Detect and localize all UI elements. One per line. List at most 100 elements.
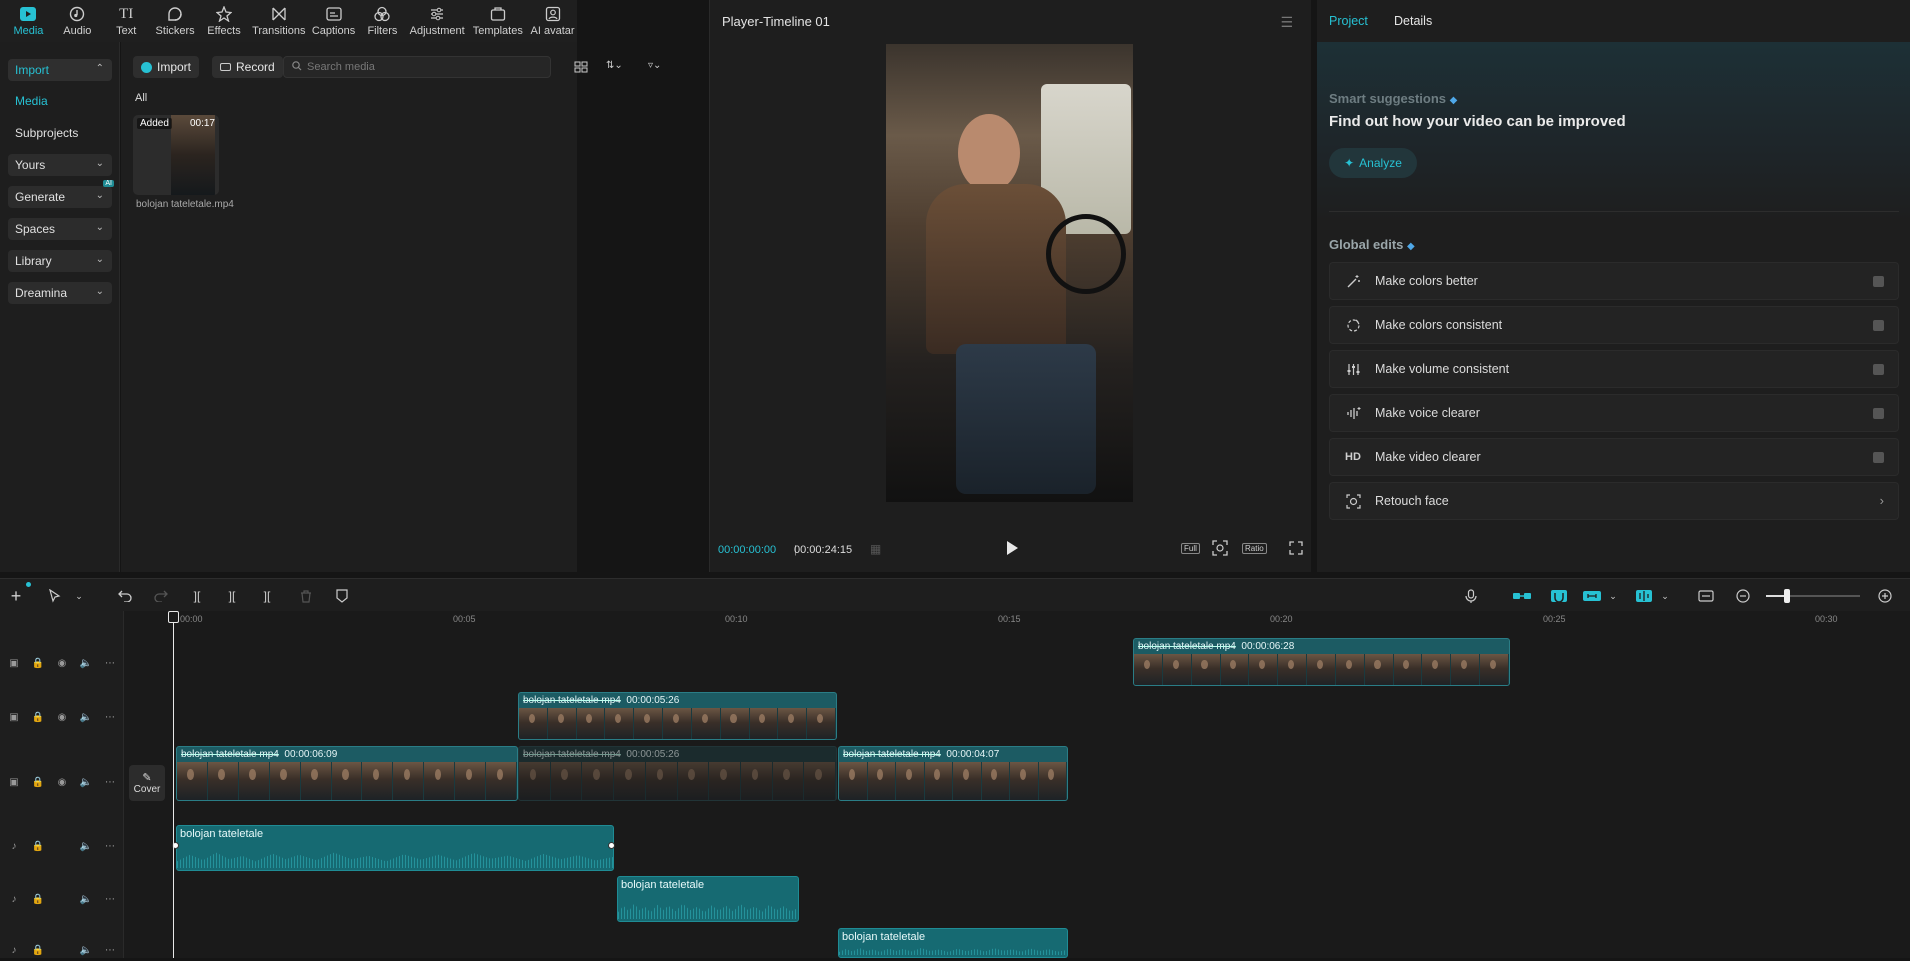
speaker-icon[interactable]: 🔈 (79, 839, 93, 853)
global-make-colors-consistent[interactable]: Make colors consistent (1329, 306, 1899, 344)
eye-icon[interactable]: ◉ (55, 775, 69, 789)
speaker-icon[interactable]: 🔈 (79, 892, 93, 906)
toggle-checkbox[interactable] (1873, 320, 1884, 331)
tool-text[interactable]: TI Text (102, 0, 151, 42)
tool-filters[interactable]: Filters (358, 0, 407, 42)
delete-icon[interactable] (297, 587, 315, 605)
lock-icon[interactable]: 🔒 (31, 710, 45, 724)
tool-audio[interactable]: Audio (53, 0, 102, 42)
preview-axis-icon[interactable] (1581, 587, 1603, 605)
global-make-video-clearer[interactable]: HD Make video clearer (1329, 438, 1899, 476)
global-make-voice-clearer[interactable]: Make voice clearer (1329, 394, 1899, 432)
fullscreen-icon[interactable] (1289, 541, 1303, 558)
speaker-icon[interactable]: 🔈 (79, 943, 93, 957)
nav-generate[interactable]: Generate ⌄ AI (8, 180, 114, 208)
toggle-checkbox[interactable] (1873, 408, 1884, 419)
marker-icon[interactable] (333, 587, 351, 605)
tool-captions[interactable]: Captions (309, 0, 358, 42)
chevron-down-icon[interactable]: ⌄ (1604, 587, 1622, 605)
video-clip[interactable]: bolojan tateletale mp4 00:00:04:07 (838, 746, 1068, 801)
analyze-button[interactable]: ✦ Analyze (1329, 148, 1417, 178)
zoom-slider[interactable] (1766, 589, 1860, 603)
eye-icon[interactable]: ◉ (55, 710, 69, 724)
nav-yours[interactable]: Yours ⌄ (8, 154, 112, 176)
redo-icon[interactable] (152, 587, 170, 605)
global-retouch-face[interactable]: Retouch face › (1329, 482, 1899, 520)
nav-library[interactable]: Library ⌄ (8, 250, 112, 272)
filter-all[interactable]: All (135, 92, 147, 104)
zoom-slider-handle[interactable] (1784, 589, 1790, 603)
video-clip[interactable]: bolojan tateletale mp4 00:00:06:28 (1133, 638, 1510, 686)
toggle-checkbox[interactable] (1873, 276, 1884, 287)
nav-spaces[interactable]: Spaces ⌄ (8, 218, 112, 240)
menu-icon[interactable]: ☰ (1280, 14, 1293, 31)
undo-icon[interactable] (116, 587, 134, 605)
tool-ai-avatar[interactable]: AI avatar (528, 0, 577, 42)
toggle-checkbox[interactable] (1873, 364, 1884, 375)
filter-icon[interactable]: ▿⌄ (648, 60, 661, 71)
global-make-colors-better[interactable]: Make colors better (1329, 262, 1899, 300)
video-clip-hidden[interactable]: bolojan tateletale mp4 00:00:05:26 (518, 746, 837, 801)
tool-adjustment[interactable]: Adjustment (407, 0, 468, 42)
speaker-icon[interactable]: 🔈 (79, 656, 93, 670)
audio-clip[interactable]: bolojan tateletale (838, 928, 1068, 958)
more-icon[interactable]: ⋯ (103, 892, 117, 906)
zoom-fit-icon[interactable] (1212, 540, 1228, 559)
chevron-down-icon[interactable]: ⌄ (70, 587, 88, 605)
full-button[interactable]: Full (1181, 543, 1200, 554)
tool-transitions[interactable]: Transitions (248, 0, 309, 42)
cover-button[interactable]: ✎ Cover (129, 765, 165, 801)
more-icon[interactable]: ⋯ (103, 710, 117, 724)
time-ruler[interactable]: 00:00 00:05 00:10 00:15 00:20 00:25 00:3… (124, 611, 1910, 633)
more-icon[interactable]: ⋯ (103, 839, 117, 853)
audio-clip[interactable]: bolojan tateletale (176, 825, 614, 871)
tool-media[interactable]: Media (4, 0, 53, 42)
magnet-icon[interactable] (1548, 587, 1570, 605)
nav-subprojects[interactable]: Subprojects (15, 126, 78, 140)
more-icon[interactable]: ⋯ (103, 943, 117, 957)
tool-templates[interactable]: Templates (467, 0, 528, 42)
nav-import[interactable]: Import ⌃ (8, 59, 112, 81)
screen-fit-icon[interactable] (1697, 587, 1715, 605)
trim-left-icon[interactable]: ][ (223, 587, 241, 605)
lock-icon[interactable]: 🔒 (31, 775, 45, 789)
media-thumbnail[interactable]: Added 00:17 (133, 115, 219, 195)
lock-icon[interactable]: 🔒 (31, 943, 45, 957)
zoom-in-icon[interactable] (1876, 587, 1894, 605)
split-icon[interactable]: ][ (188, 587, 206, 605)
video-clip[interactable]: bolojan tateletale mp4 00:00:05:26 (518, 692, 837, 740)
zoom-out-icon[interactable] (1734, 587, 1752, 605)
speaker-icon[interactable]: 🔈 (79, 710, 93, 724)
nav-media[interactable]: Media (15, 94, 48, 108)
grid-view-icon[interactable] (574, 60, 588, 77)
eye-icon[interactable]: ◉ (55, 656, 69, 670)
sort-icon[interactable]: ⇅⌄ (606, 60, 623, 71)
chevron-down-icon[interactable]: ⌄ (1656, 587, 1674, 605)
tab-project[interactable]: Project (1329, 14, 1368, 28)
more-icon[interactable]: ⋯ (103, 656, 117, 670)
record-button[interactable]: Record (212, 56, 283, 78)
tab-details[interactable]: Details (1394, 14, 1432, 28)
audio-split-icon[interactable] (1633, 587, 1655, 605)
play-button[interactable] (1005, 540, 1019, 559)
playhead[interactable] (173, 611, 174, 958)
playhead-handle[interactable] (168, 611, 179, 623)
fade-handle-right[interactable] (608, 842, 615, 849)
tool-effects[interactable]: Effects (200, 0, 249, 42)
lock-icon[interactable]: 🔒 (31, 892, 45, 906)
video-clip[interactable]: bolojan tateletale mp4 00:00:06:09 (176, 746, 518, 801)
audio-clip[interactable]: bolojan tateletale (617, 876, 799, 922)
global-make-volume-consistent[interactable]: Make volume consistent (1329, 350, 1899, 388)
add-track-icon[interactable]: + (7, 586, 25, 606)
timecode-grid-icon[interactable]: ▦ (870, 542, 881, 556)
import-button[interactable]: Import (133, 56, 200, 78)
microphone-icon[interactable] (1462, 587, 1480, 605)
video-preview[interactable] (886, 44, 1133, 502)
nav-dreamina[interactable]: Dreamina ⌄ (8, 282, 112, 304)
lock-icon[interactable]: 🔒 (31, 839, 45, 853)
more-icon[interactable]: ⋯ (103, 775, 117, 789)
select-cursor-icon[interactable] (46, 587, 64, 605)
link-clips-icon[interactable] (1511, 587, 1533, 605)
speaker-icon[interactable]: 🔈 (79, 775, 93, 789)
ratio-button[interactable]: Ratio (1242, 543, 1267, 554)
